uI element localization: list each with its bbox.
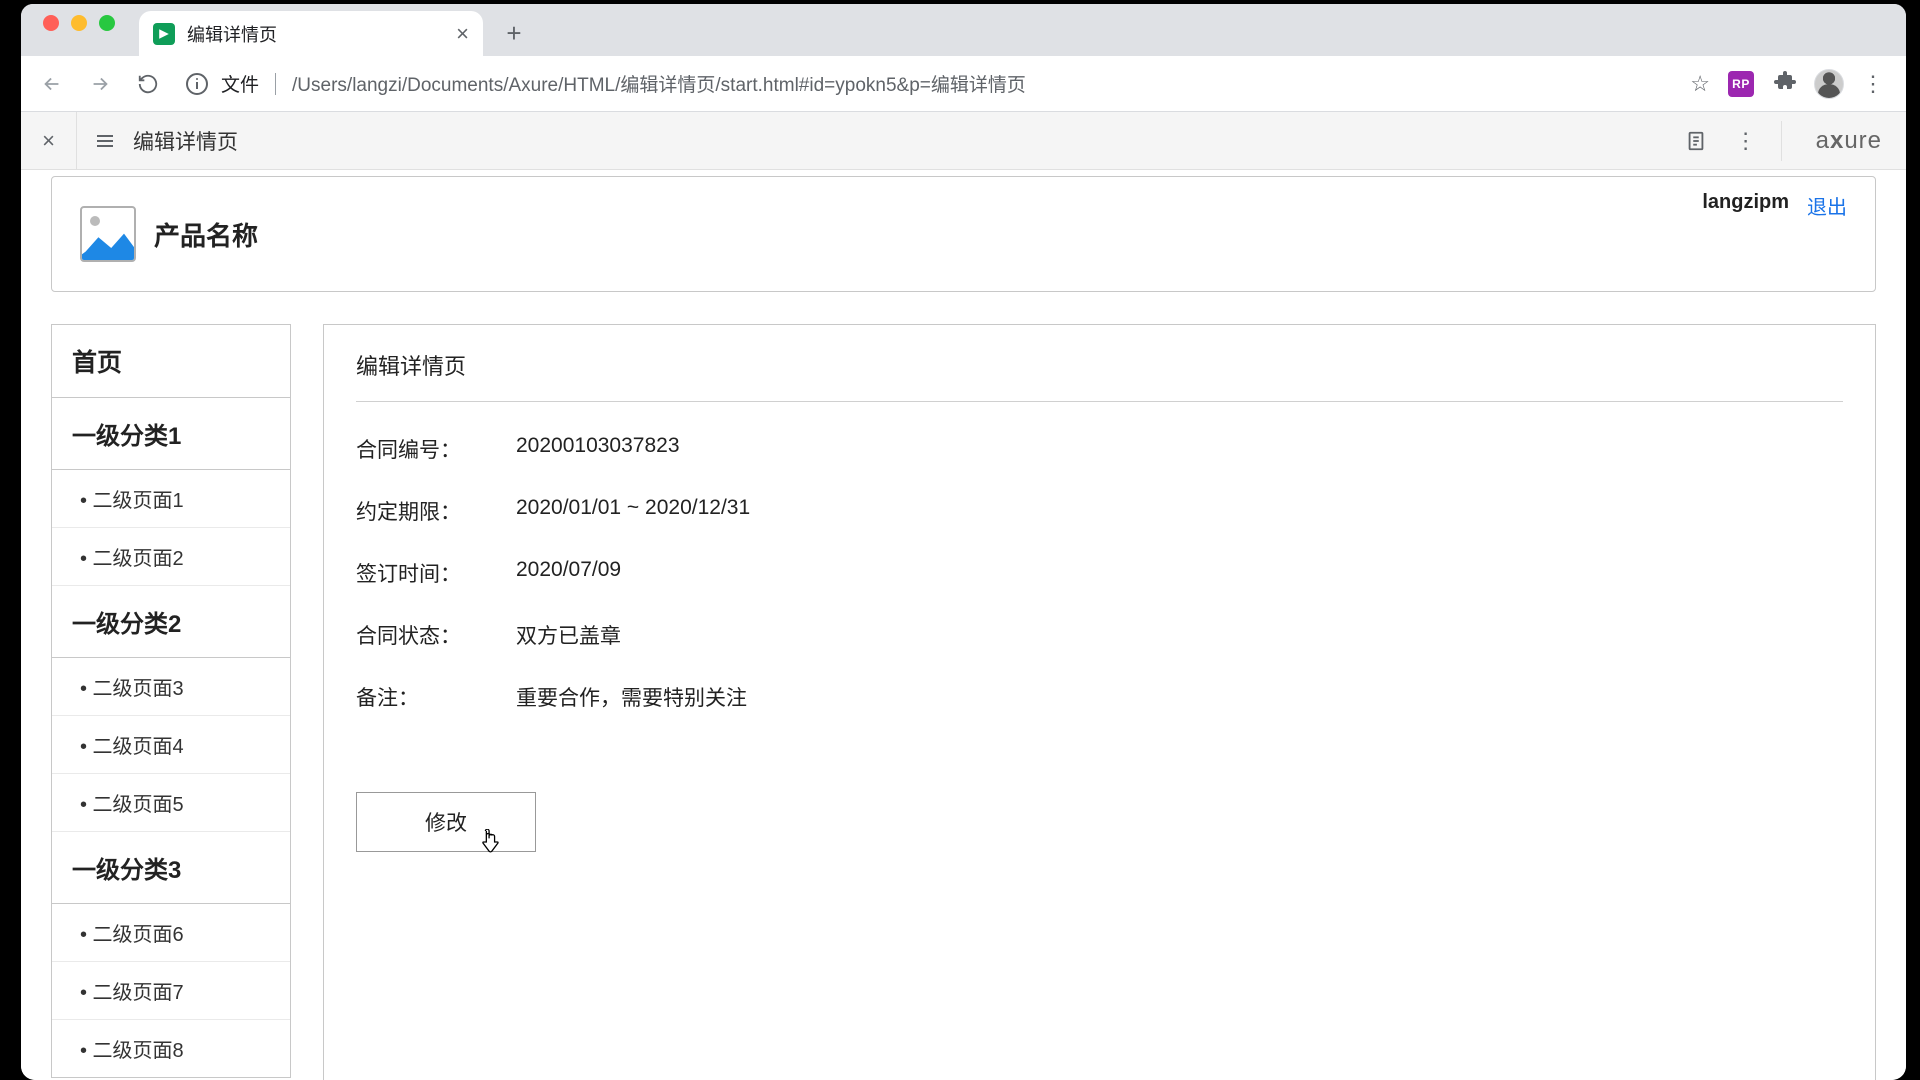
field-label: 合同状态： [356, 620, 476, 650]
field-contract-number: 合同编号： 20200103037823 [356, 434, 1843, 464]
detail-panel: 编辑详情页 合同编号： 20200103037823 约定期限： 2020/01… [323, 324, 1876, 1080]
field-label: 合同编号： [356, 434, 476, 464]
sidebar-item-2-1[interactable]: • 二级页面3 [52, 658, 290, 716]
pointer-cursor-icon [479, 829, 501, 855]
sidebar-item-1-1[interactable]: • 二级页面1 [52, 470, 290, 528]
product-image-icon [80, 206, 136, 262]
tab-title: 编辑详情页 [187, 21, 277, 47]
new-tab-button[interactable]: + [495, 14, 533, 52]
tab-favicon-icon [153, 23, 175, 45]
edit-button-label: 修改 [425, 807, 467, 837]
back-button[interactable] [35, 67, 69, 101]
site-info-icon[interactable] [185, 72, 209, 96]
url-scheme-label: 文件 [221, 70, 259, 97]
axure-toolbar: × 编辑详情页 ⋮ axure [21, 112, 1906, 170]
maximize-window-button[interactable] [99, 15, 115, 31]
url-text: /Users/langzi/Documents/Axure/HTML/编辑详情页… [292, 70, 1026, 97]
bookmark-star-icon[interactable]: ☆ [1690, 71, 1710, 97]
product-name-label: 产品名称 [154, 216, 258, 253]
sidebar-group-3[interactable]: 一级分类3 [52, 832, 290, 904]
field-remark: 备注： 重要合作，需要特别关注 [356, 682, 1843, 712]
field-value: 重要合作，需要特别关注 [516, 682, 747, 712]
detail-panel-title: 编辑详情页 [356, 349, 1843, 402]
notes-panel-button[interactable] [1671, 129, 1721, 153]
page-list-button[interactable] [77, 129, 133, 153]
sidebar-item-3-1[interactable]: • 二级页面6 [52, 904, 290, 962]
field-period: 约定期限： 2020/01/01 ~ 2020/12/31 [356, 496, 1843, 526]
browser-address-bar: 文件 /Users/langzi/Documents/Axure/HTML/编辑… [21, 56, 1906, 112]
sidebar-group-2[interactable]: 一级分类2 [52, 586, 290, 658]
extensions-icon[interactable] [1772, 69, 1796, 98]
field-value: 20200103037823 [516, 434, 680, 464]
axure-logo[interactable]: axure [1792, 127, 1906, 155]
browser-menu-button[interactable]: ⋮ [1862, 71, 1886, 97]
reload-button[interactable] [131, 67, 165, 101]
sidebar-item-1-2[interactable]: • 二级页面2 [52, 528, 290, 586]
axure-rp-extension-icon[interactable]: RP [1728, 71, 1754, 97]
browser-tabstrip: 编辑详情页 × + [21, 4, 1906, 56]
window-controls [35, 4, 123, 56]
sidebar-home[interactable]: 首页 [52, 325, 290, 398]
sidebar-item-2-3[interactable]: • 二级页面5 [52, 774, 290, 832]
forward-button[interactable] [83, 67, 117, 101]
prototype-viewport: 产品名称 langzipm 退出 首页 一级分类1 • 二级页面1 • 二级页面… [21, 170, 1906, 1080]
sidebar-item-3-2[interactable]: • 二级页面7 [52, 962, 290, 1020]
toolbar-divider [1781, 121, 1782, 161]
close-window-button[interactable] [43, 15, 59, 31]
omnibox-separator [275, 73, 276, 95]
field-sign-date: 签订时间： 2020/07/09 [356, 558, 1843, 588]
field-label: 签订时间： [356, 558, 476, 588]
product-header: 产品名称 langzipm 退出 [51, 176, 1876, 292]
field-value: 双方已盖章 [516, 620, 621, 650]
minimize-window-button[interactable] [71, 15, 87, 31]
field-value: 2020/07/09 [516, 558, 621, 588]
field-label: 约定期限： [356, 496, 476, 526]
sidebar-item-2-2[interactable]: • 二级页面4 [52, 716, 290, 774]
browser-tab[interactable]: 编辑详情页 × [139, 11, 483, 56]
edit-button[interactable]: 修改 [356, 792, 536, 852]
profile-avatar[interactable] [1814, 69, 1844, 99]
axure-more-button[interactable]: ⋮ [1721, 128, 1771, 154]
sidebar-group-1[interactable]: 一级分类1 [52, 398, 290, 470]
omnibox[interactable]: 文件 /Users/langzi/Documents/Axure/HTML/编辑… [179, 64, 1676, 104]
field-value: 2020/01/01 ~ 2020/12/31 [516, 496, 750, 526]
axure-page-title: 编辑详情页 [133, 126, 238, 156]
username-label: langzipm [1702, 191, 1789, 214]
close-panel-button[interactable]: × [21, 112, 77, 170]
logout-link[interactable]: 退出 [1807, 191, 1847, 220]
field-label: 备注： [356, 682, 476, 712]
sidebar-item-3-3[interactable]: • 二级页面8 [52, 1020, 290, 1077]
sidebar-nav: 首页 一级分类1 • 二级页面1 • 二级页面2 一级分类2 • 二级页面3 •… [51, 324, 291, 1078]
field-status: 合同状态： 双方已盖章 [356, 620, 1843, 650]
close-tab-button[interactable]: × [456, 23, 469, 45]
